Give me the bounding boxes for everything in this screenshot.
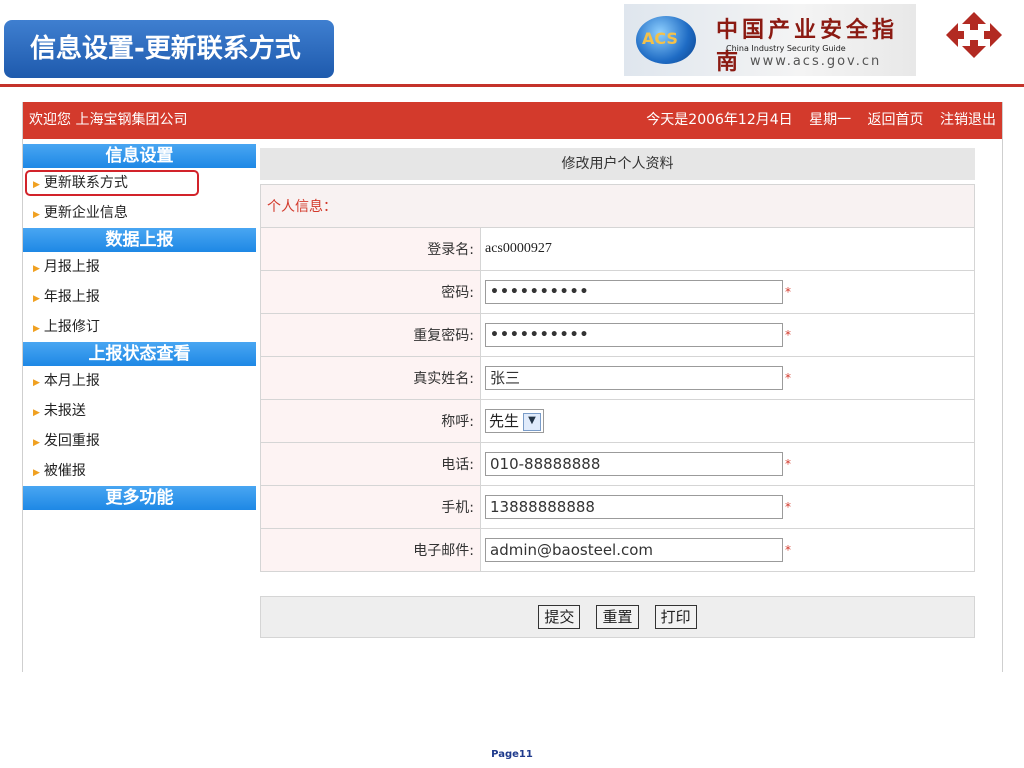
section-title: 个人信息： — [260, 184, 975, 228]
required-mark: * — [785, 457, 791, 471]
sidebar-header-more[interactable]: 更多功能 — [23, 486, 256, 510]
mobile-field[interactable]: 13888888888 — [485, 495, 783, 519]
triangle-right-icon: ▶ — [33, 378, 40, 388]
sidebar-item-monthly-report[interactable]: ▶ 月报上报 — [23, 252, 256, 282]
sidebar-item-not-submitted[interactable]: ▶ 未报送 — [23, 396, 256, 426]
logo-url: www.acs.gov.cn — [750, 54, 882, 69]
triangle-right-icon: ▶ — [33, 408, 40, 418]
slide-title: 信息设置-更新联系方式 — [4, 20, 334, 78]
sidebar-item-label: 本月上报 — [43, 373, 100, 389]
sidebar-header-info-settings[interactable]: 信息设置 — [23, 144, 256, 168]
login-label: 登录名: — [260, 227, 481, 271]
brand-mark-icon — [946, 12, 1002, 58]
triangle-right-icon: ▶ — [33, 210, 40, 220]
email-field[interactable]: admin@baosteel.com — [485, 538, 783, 562]
top-bar: 欢迎您 上海宝钢集团公司 今天是2006年12月4日 星期一 返回首页 注销退出 — [23, 102, 1002, 139]
table-row: 手机: 13888888888 * — [260, 485, 975, 529]
welcome-text: 欢迎您 上海宝钢集团公司 — [29, 112, 188, 128]
salutation-value: 先生 — [489, 412, 520, 430]
email-cell: admin@baosteel.com * — [480, 528, 975, 572]
table-row: 个人信息： — [260, 184, 975, 228]
mobile-cell: 13888888888 * — [480, 485, 975, 529]
globe-icon: ACS — [636, 16, 696, 64]
table-row: 登录名: acs0000927 — [260, 227, 975, 271]
sidebar-header-data-report[interactable]: 数据上报 — [23, 228, 256, 252]
logout-link[interactable]: 注销退出 — [940, 112, 996, 128]
table-row: 密码: •••••••••• * — [260, 270, 975, 314]
triangle-right-icon: ▶ — [33, 294, 40, 304]
repeat-password-cell: •••••••••• * — [480, 313, 975, 357]
login-value: acs0000927 — [480, 227, 975, 271]
weekday-text: 星期一 — [809, 112, 852, 128]
acs-logo: ACS 中国产业安全指南 China Industry Security Gui… — [624, 4, 916, 76]
sidebar-item-annual-report[interactable]: ▶ 年报上报 — [23, 282, 256, 312]
email-label: 电子邮件: — [260, 528, 481, 572]
realname-label: 真实姓名: — [260, 356, 481, 400]
top-bar-right: 今天是2006年12月4日 星期一 返回首页 注销退出 — [634, 102, 996, 139]
submit-button[interactable]: 提交 — [538, 604, 581, 629]
sidebar-item-label: 发回重报 — [43, 433, 100, 449]
page-number: Page11 — [491, 749, 533, 760]
home-link[interactable]: 返回首页 — [868, 112, 924, 128]
repeat-password-label: 重复密码: — [260, 313, 481, 357]
reset-button[interactable]: 重置 — [596, 604, 639, 629]
sidebar-item-returned[interactable]: ▶ 发回重报 — [23, 426, 256, 456]
triangle-right-icon: ▶ — [33, 264, 40, 274]
sidebar-item-update-contact[interactable]: ▶ 更新联系方式 — [23, 168, 256, 198]
button-bar: 提交 重置 打印 — [260, 596, 975, 638]
table-row: 称呼: 先生 ▼ — [260, 399, 975, 443]
required-mark: * — [785, 543, 791, 557]
table-row: 电话: 010-88888888 * — [260, 442, 975, 486]
print-button[interactable]: 打印 — [654, 604, 697, 629]
password-cell: •••••••••• * — [480, 270, 975, 314]
salutation-select[interactable]: 先生 ▼ — [485, 409, 545, 433]
phone-label: 电话: — [260, 442, 481, 486]
phone-cell: 010-88888888 * — [480, 442, 975, 486]
header-rule — [0, 84, 1024, 87]
web-page: 欢迎您 上海宝钢集团公司 今天是2006年12月4日 星期一 返回首页 注销退出… — [22, 102, 1003, 672]
sidebar-item-label: 年报上报 — [43, 289, 100, 305]
triangle-right-icon: ▶ — [33, 438, 40, 448]
form-title: 修改用户个人资料 — [260, 148, 975, 180]
realname-field[interactable]: 张三 — [485, 366, 783, 390]
sidebar-item-report-revision[interactable]: ▶ 上报修订 — [23, 312, 256, 342]
triangle-right-icon: ▶ — [33, 468, 40, 478]
profile-form-table: 个人信息： 登录名: acs0000927 密码: •••••••••• * 重复… — [260, 184, 975, 572]
salutation-cell: 先生 ▼ — [480, 399, 975, 443]
required-mark: * — [785, 328, 791, 342]
table-row: 真实姓名: 张三 * — [260, 356, 975, 400]
sidebar-header-report-status[interactable]: 上报状态查看 — [23, 342, 256, 366]
triangle-right-icon: ▶ — [33, 324, 40, 334]
table-row: 重复密码: •••••••••• * — [260, 313, 975, 357]
main-form-panel: 修改用户个人资料 个人信息： 登录名: acs0000927 密码: •••••… — [260, 148, 975, 638]
salutation-label: 称呼: — [260, 399, 481, 443]
globe-label: ACS — [642, 29, 678, 48]
chevron-down-icon[interactable]: ▼ — [523, 413, 542, 431]
required-mark: * — [785, 500, 791, 514]
sidebar-item-label: 上报修订 — [43, 319, 100, 335]
sidebar-item-urged[interactable]: ▶ 被催报 — [23, 456, 256, 486]
mobile-label: 手机: — [260, 485, 481, 529]
sidebar-item-update-company[interactable]: ▶ 更新企业信息 — [23, 198, 256, 228]
logo-english-name: China Industry Security Guide — [726, 44, 846, 53]
realname-cell: 张三 * — [480, 356, 975, 400]
password-label: 密码: — [260, 270, 481, 314]
sidebar-item-label: 更新企业信息 — [43, 205, 128, 221]
sidebar-item-label: 未报送 — [43, 403, 86, 419]
table-row: 电子邮件: admin@baosteel.com * — [260, 528, 975, 572]
sidebar-item-label: 月报上报 — [43, 259, 100, 275]
phone-field[interactable]: 010-88888888 — [485, 452, 783, 476]
sidebar-item-this-month[interactable]: ▶ 本月上报 — [23, 366, 256, 396]
required-mark: * — [785, 371, 791, 385]
required-mark: * — [785, 285, 791, 299]
sidebar-item-label: 被催报 — [43, 463, 86, 479]
sidebar: 信息设置 ▶ 更新联系方式 ▶ 更新企业信息 数据上报 ▶ 月报上报 ▶ 年报上报 ▶ 上… — [23, 144, 256, 510]
active-highlight — [25, 170, 199, 196]
repeat-password-field[interactable]: •••••••••• — [485, 323, 783, 347]
date-text: 今天是2006年12月4日 — [646, 112, 793, 128]
password-field[interactable]: •••••••••• — [485, 280, 783, 304]
